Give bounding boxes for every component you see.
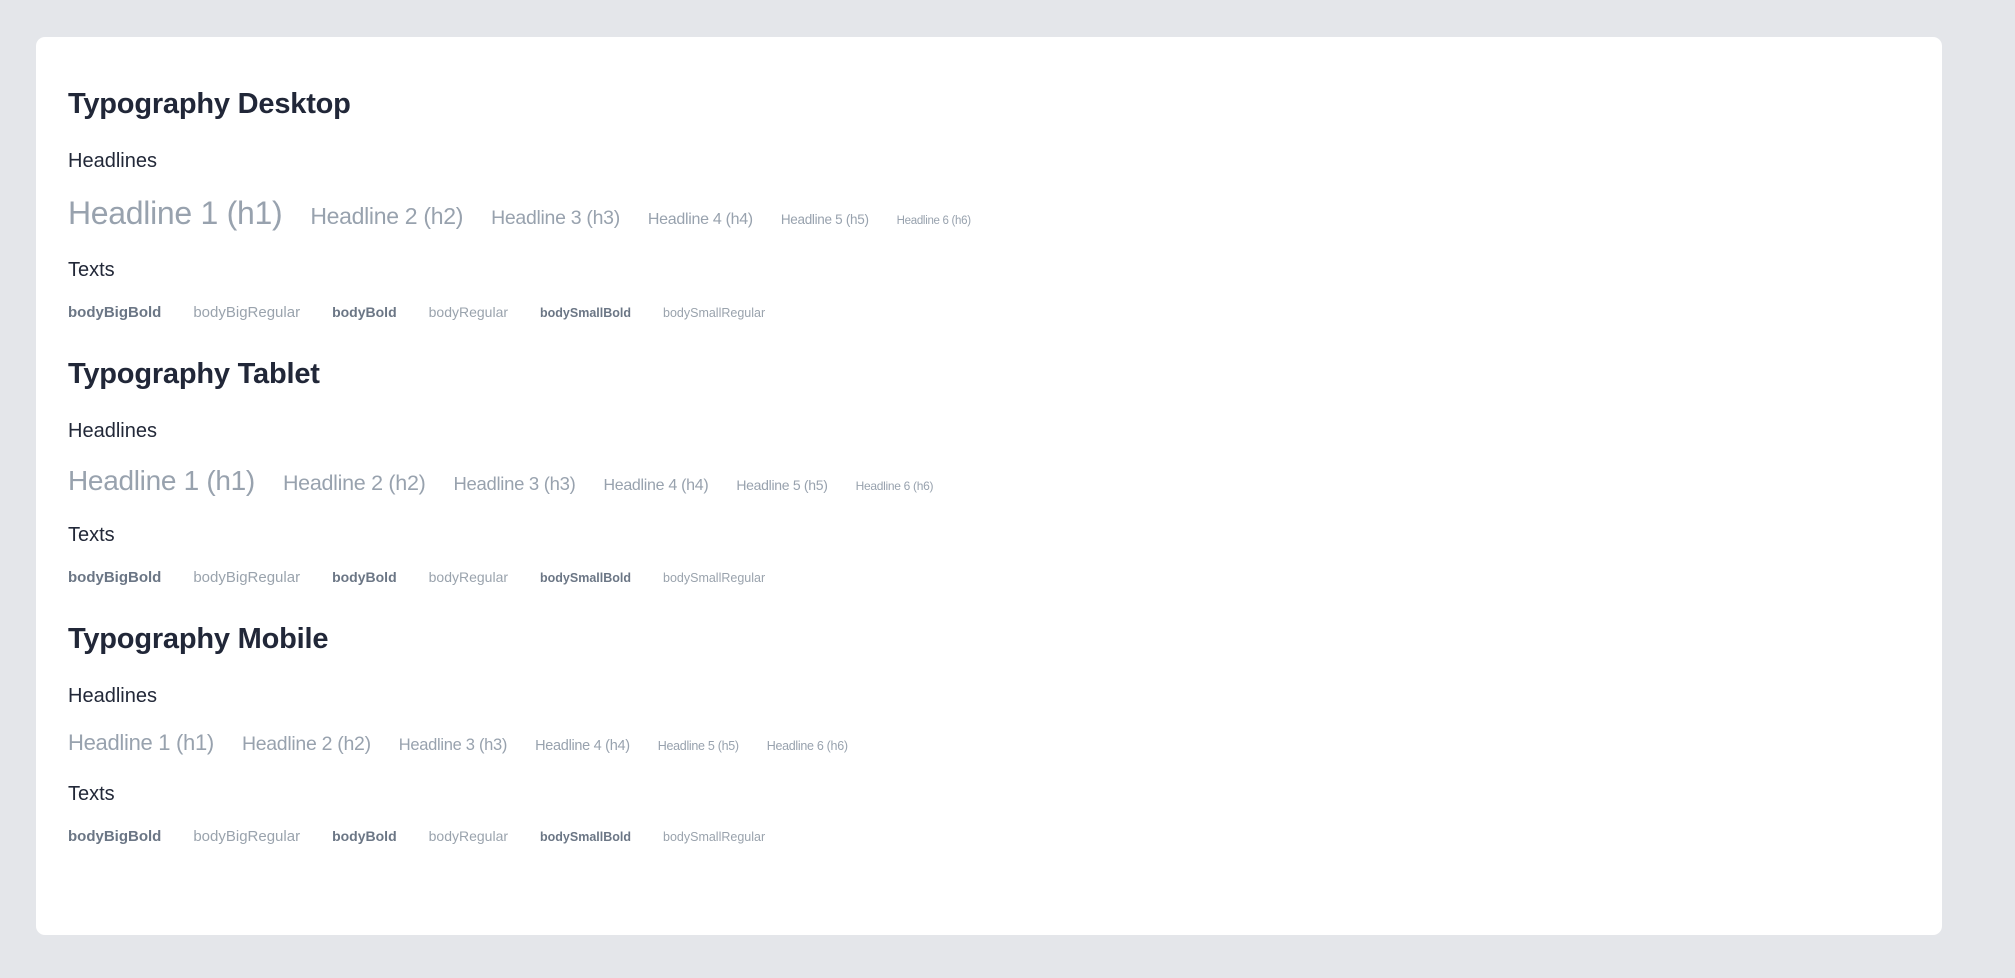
headline-sample-h2-desktop: Headline 2 (h2) bbox=[310, 202, 464, 229]
headline-sample-row-desktop: Headline 1 (h1) Headline 2 (h2) Headline… bbox=[68, 195, 1942, 232]
headline-sample-h6-tablet: Headline 6 (h6) bbox=[855, 478, 934, 493]
subheading-headlines-tablet: Headlines bbox=[68, 419, 157, 442]
text-sample-bodybigbold-desktop: bodyBigBold bbox=[68, 303, 162, 321]
text-sample-bodybigregular-desktop: bodyBigRegular bbox=[193, 303, 301, 321]
section-title-tablet: Typography Tablet bbox=[68, 357, 320, 390]
headline-sample-h3-mobile: Headline 3 (h3) bbox=[398, 735, 508, 754]
headline-sample-h2-mobile: Headline 2 (h2) bbox=[241, 732, 371, 755]
subheading-texts-tablet: Texts bbox=[68, 523, 115, 546]
subheading-texts-desktop: Texts bbox=[68, 258, 115, 281]
headline-sample-h1-desktop: Headline 1 (h1) bbox=[68, 194, 283, 231]
typography-specimen-card: Typography Desktop Headlines Headline 1 … bbox=[36, 37, 1942, 935]
headline-sample-h3-desktop: Headline 3 (h3) bbox=[491, 206, 620, 229]
text-sample-bodyregular-tablet: bodyRegular bbox=[428, 568, 509, 585]
text-sample-bodybold-mobile: bodyBold bbox=[332, 827, 397, 844]
headline-sample-h4-desktop: Headline 4 (h4) bbox=[647, 210, 753, 228]
headline-sample-h1-tablet: Headline 1 (h1) bbox=[68, 464, 255, 496]
text-sample-bodybigbold-tablet: bodyBigBold bbox=[68, 568, 162, 586]
text-sample-bodysmallbold-desktop: bodySmallBold bbox=[540, 305, 631, 320]
section-title-desktop: Typography Desktop bbox=[68, 88, 351, 120]
headline-sample-h5-tablet: Headline 5 (h5) bbox=[736, 476, 828, 493]
headline-sample-row-tablet: Headline 1 (h1) Headline 2 (h2) Headline… bbox=[68, 465, 1942, 497]
text-sample-bodysmallbold-tablet: bodySmallBold bbox=[540, 570, 631, 585]
headline-sample-h3-tablet: Headline 3 (h3) bbox=[453, 472, 576, 494]
headline-sample-h4-tablet: Headline 4 (h4) bbox=[603, 476, 709, 494]
headline-sample-h2-tablet: Headline 2 (h2) bbox=[282, 470, 426, 495]
section-title-mobile: Typography Mobile bbox=[68, 622, 329, 655]
headline-sample-h4-mobile: Headline 4 (h4) bbox=[535, 737, 630, 754]
text-sample-row-tablet: bodyBigBold bodyBigRegular bodyBold body… bbox=[68, 569, 1942, 586]
text-sample-bodysmallbold-mobile: bodySmallBold bbox=[540, 829, 631, 844]
section-typography-tablet: Typography Tablet Headlines Headline 1 (… bbox=[68, 357, 1942, 586]
text-sample-bodybold-tablet: bodyBold bbox=[332, 568, 397, 585]
headline-sample-h1-mobile: Headline 1 (h1) bbox=[68, 729, 214, 755]
text-sample-bodybigbold-mobile: bodyBigBold bbox=[68, 827, 162, 845]
text-sample-bodysmallregular-tablet: bodySmallRegular bbox=[663, 570, 766, 585]
headline-sample-h6-mobile: Headline 6 (h6) bbox=[766, 738, 848, 753]
text-sample-bodyregular-desktop: bodyRegular bbox=[428, 303, 509, 320]
text-sample-bodybigregular-mobile: bodyBigRegular bbox=[193, 827, 301, 845]
subheading-headlines-mobile: Headlines bbox=[68, 684, 157, 707]
text-sample-row-desktop: bodyBigBold bodyBigRegular bodyBold body… bbox=[68, 304, 1942, 321]
page-root: Typography Desktop Headlines Headline 1 … bbox=[0, 0, 2015, 978]
subheading-headlines-desktop: Headlines bbox=[68, 149, 157, 172]
text-sample-bodysmallregular-mobile: bodySmallRegular bbox=[663, 829, 766, 844]
text-sample-bodybold-desktop: bodyBold bbox=[332, 303, 397, 320]
text-sample-row-mobile: bodyBigBold bodyBigRegular bodyBold body… bbox=[68, 828, 1942, 845]
text-sample-bodyregular-mobile: bodyRegular bbox=[428, 827, 509, 844]
subheading-texts-mobile: Texts bbox=[68, 782, 115, 805]
section-typography-mobile: Typography Mobile Headlines Headline 1 (… bbox=[68, 622, 1942, 845]
headline-sample-h5-desktop: Headline 5 (h5) bbox=[780, 211, 869, 227]
text-sample-bodybigregular-tablet: bodyBigRegular bbox=[193, 568, 301, 586]
section-typography-desktop: Typography Desktop Headlines Headline 1 … bbox=[68, 88, 1942, 321]
headline-sample-row-mobile: Headline 1 (h1) Headline 2 (h2) Headline… bbox=[68, 730, 1942, 756]
headline-sample-h5-mobile: Headline 5 (h5) bbox=[657, 738, 739, 753]
text-sample-bodysmallregular-desktop: bodySmallRegular bbox=[663, 305, 766, 320]
headline-sample-h6-desktop: Headline 6 (h6) bbox=[896, 214, 971, 227]
